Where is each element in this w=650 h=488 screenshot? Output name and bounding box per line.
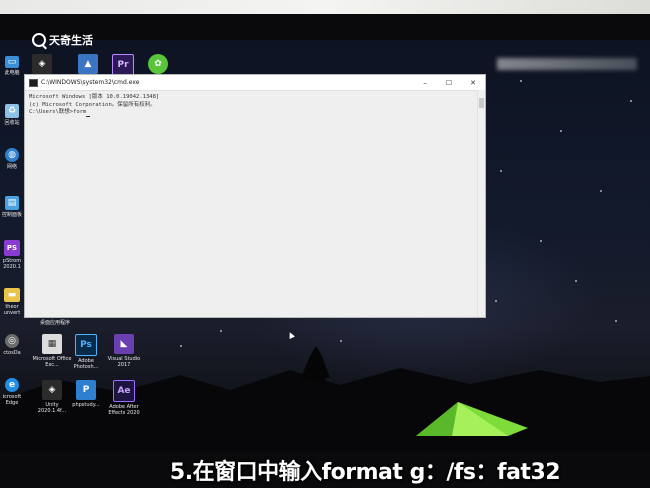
console-prompt-line[interactable]: C:\Users\联想>form <box>29 109 481 117</box>
background-wall <box>0 0 650 14</box>
control-panel-icon: ▤ <box>5 196 19 210</box>
desktop-icon-photoshop[interactable]: Ps Adobe Photosh... <box>66 334 106 370</box>
cmd-titlebar[interactable]: C:\WINDOWS\system32\cmd.exe – ☐ ✕ <box>25 75 485 91</box>
desktop-icon-label: 此电脑 <box>4 70 20 76</box>
scrollbar-thumb[interactable] <box>479 98 484 108</box>
desktop-icon-app[interactable]: ◎ ctosDa <box>0 334 24 356</box>
desktop-icon-green-app[interactable]: ✿ <box>138 54 178 76</box>
app-icon: ◎ <box>5 334 19 348</box>
phpstorm-icon: PS <box>4 240 20 256</box>
phpstudy-icon: P <box>76 380 96 400</box>
desktop-icon-label: Adobe Photosh... <box>73 358 99 370</box>
desktop-icon-label: phpstudy... <box>72 402 100 408</box>
desktop-icon-folder[interactable]: ▬ theor unvert <box>0 288 24 316</box>
glowing-tent <box>416 402 528 436</box>
desktop-icon-label: 控制面板 <box>1 212 22 218</box>
cmd-icon <box>29 78 38 87</box>
premiere-icon: Pr <box>112 54 134 76</box>
blurred-window-edge <box>497 58 637 70</box>
text-cursor <box>86 115 91 117</box>
unity-icon: ◈ <box>32 54 52 74</box>
this-pc-icon: ▭ <box>5 56 19 68</box>
folder-icon: ▬ <box>4 288 20 302</box>
desktop-icon-label: pStrom 2020.1 <box>2 258 22 270</box>
recycle-bin-icon: ♻ <box>5 104 19 118</box>
console-line: (c) Microsoft Corporation。保留所有权利。 <box>29 101 156 108</box>
desktop-icon-label: ctosDa <box>3 350 21 356</box>
desktop-icon-label-under-window: 桌面应用程序 <box>30 320 80 326</box>
desktop-icon-label: 桌面应用程序 <box>39 320 70 326</box>
desktop-icon-this-pc[interactable]: ▭ 此电脑 <box>0 56 24 76</box>
console-prompt-text: C:\Users\联想>form <box>29 109 87 116</box>
desktop-icon-label: 网络 <box>6 164 17 170</box>
desktop-icon-label: Visual Studio 2017 <box>107 356 141 368</box>
green-app-icon: ✿ <box>148 54 168 74</box>
desktop-icon-label: Adobe After Effects 2020 <box>108 404 140 416</box>
close-button[interactable]: ✕ <box>461 75 485 90</box>
minimize-button[interactable]: – <box>413 75 437 90</box>
maximize-button[interactable]: ☐ <box>437 75 461 90</box>
desktop-icon-after-effects[interactable]: Ae Adobe After Effects 2020 <box>104 380 144 416</box>
office-icon: ▦ <box>42 334 62 354</box>
desktop-icon-visual-studio[interactable]: ◣ Visual Studio 2017 <box>104 334 144 368</box>
subtitle-caption: 5.在窗口中输入format g：/fs：fat32 <box>169 460 561 485</box>
watermark-logo: 天奇生活 <box>32 32 93 48</box>
desktop-icon-phpstudy[interactable]: P phpstudy... <box>66 380 106 408</box>
unity-icon: ◈ <box>42 380 62 400</box>
desktop-icon-label: theor unvert <box>3 304 21 316</box>
desktop-icon-typora[interactable]: ▲ <box>68 54 108 76</box>
desktop-icon-unity[interactable]: ◈ <box>22 54 62 76</box>
network-icon: ◍ <box>5 148 19 162</box>
cmd-scrollbar[interactable] <box>477 90 485 317</box>
desktop-icon-control-panel[interactable]: ▤ 控制面板 <box>0 196 24 218</box>
desktop-icon-label: 回收站 <box>4 120 20 126</box>
cmd-window[interactable]: C:\WINDOWS\system32\cmd.exe – ☐ ✕ Micros… <box>24 74 486 318</box>
desktop-icon-recycle-bin[interactable]: ♻ 回收站 <box>0 104 24 126</box>
desktop-icon-edge[interactable]: e icrosoft Edge <box>0 378 24 406</box>
edge-icon: e <box>5 378 19 392</box>
photoshop-icon: Ps <box>75 334 97 356</box>
visual-studio-icon: ◣ <box>114 334 134 354</box>
desktop-icon-phpstorm[interactable]: PS pStrom 2020.1 <box>0 240 24 270</box>
watermark-text: 天奇生活 <box>49 34 93 47</box>
typora-icon: ▲ <box>78 54 98 74</box>
magnifier-logo-icon <box>32 33 46 47</box>
console-line: Microsoft Windows [版本 10.0.19042.1348] <box>29 94 160 100</box>
desktop-icon-network[interactable]: ◍ 网络 <box>0 148 24 170</box>
cmd-window-title: C:\WINDOWS\system32\cmd.exe <box>41 79 140 86</box>
after-effects-icon: Ae <box>113 380 135 402</box>
cmd-console[interactable]: Microsoft Windows [版本 10.0.19042.1348] (… <box>25 91 485 120</box>
desktop-icon-label: icrosoft Edge <box>2 394 22 406</box>
